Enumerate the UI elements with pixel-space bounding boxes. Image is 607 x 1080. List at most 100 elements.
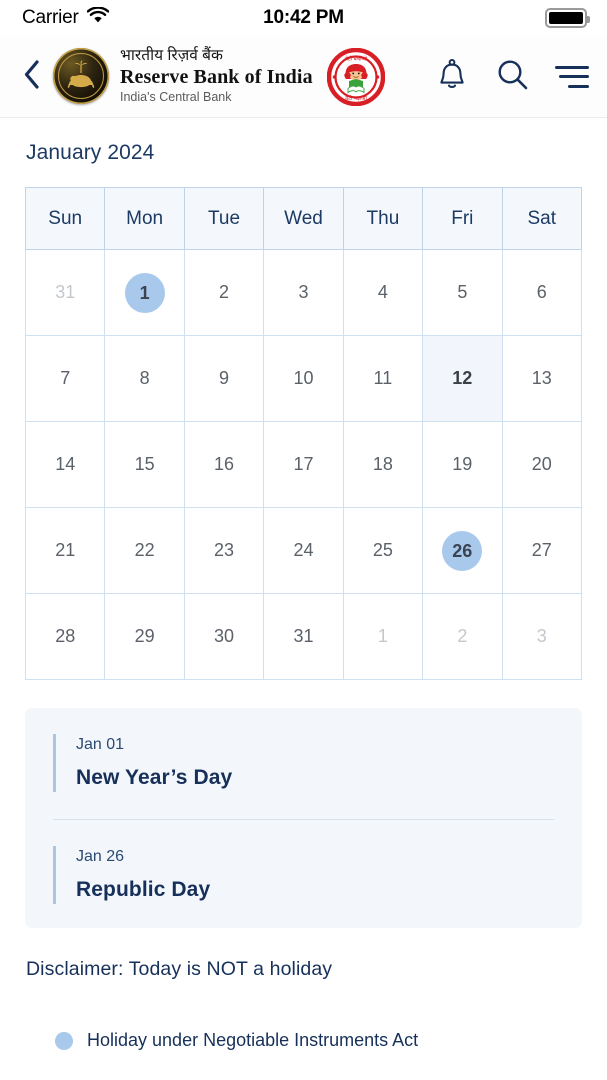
calendar-day-cell[interactable]: 12 (422, 335, 503, 422)
beti-bachao-beti-padhao-logo-icon[interactable]: बेटी बचाओ बेटी पढ़ाओ (326, 47, 385, 106)
calendar-day-number: 29 (134, 626, 155, 646)
calendar-day-cell[interactable]: 5 (422, 249, 503, 336)
calendar-day-cell[interactable]: 3 (501, 593, 583, 680)
back-button[interactable] (14, 56, 48, 98)
notification-button[interactable] (435, 58, 469, 95)
calendar-day-number: 10 (293, 368, 314, 388)
calendar-weekday-mon: Mon (104, 187, 185, 250)
calendar-day-cell[interactable]: 15 (104, 421, 185, 508)
calendar-day-cell[interactable]: 1 (104, 249, 185, 336)
calendar-week-row: 28 29 30 31 1 2 3 (24, 593, 583, 680)
calendar-day-number: 8 (139, 368, 150, 388)
status-bar-right (545, 8, 590, 28)
calendar-day-cell[interactable]: 13 (501, 335, 583, 422)
calendar-day-cell[interactable]: 28 (24, 593, 106, 680)
calendar-week-row: 21 22 23 24 25 26 27 (24, 507, 583, 594)
calendar-day-cell[interactable]: 31 (24, 249, 106, 336)
holiday-calendar: Sun Mon Tue Wed Thu Fri Sat 31 1 2 3 4 5 6 7 8 9 10 11 12 1… (24, 187, 583, 680)
calendar-day-number: 11 (373, 368, 393, 388)
calendar-day-number: 25 (372, 540, 393, 560)
calendar-day-number: 18 (372, 454, 393, 474)
search-button[interactable] (495, 59, 529, 95)
calendar-day-number: 1 (377, 626, 388, 646)
calendar-day-number: 3 (298, 282, 309, 302)
brand-name-hindi: भारतीय रिज़र्व बैंक (120, 47, 223, 65)
calendar-day-cell[interactable]: 21 (24, 507, 106, 594)
app-header: भारतीय रिज़र्व बैंक Reserve Bank of Indi… (0, 36, 607, 118)
calendar-day-number: 2 (457, 626, 468, 646)
calendar-day-number: 14 (55, 454, 76, 474)
calendar-day-cell[interactable]: 10 (263, 335, 344, 422)
calendar-day-cell[interactable]: 9 (183, 335, 265, 422)
calendar-day-holiday-marker: 26 (442, 530, 483, 571)
calendar-weekday-tue: Tue (183, 187, 265, 250)
calendar-day-cell[interactable]: 1 (342, 593, 424, 680)
calendar-day-cell[interactable]: 2 (422, 593, 503, 680)
holiday-date: Jan 01 (76, 736, 125, 753)
calendar-day-cell[interactable]: 19 (422, 421, 503, 508)
hamburger-menu-icon[interactable] (555, 65, 589, 88)
calendar-weekday-sat: Sat (501, 187, 583, 250)
calendar-day-cell[interactable]: 26 (422, 507, 503, 594)
calendar-day-cell[interactable]: 31 (263, 593, 344, 680)
header-actions (435, 58, 589, 95)
calendar-day-cell[interactable]: 30 (183, 593, 265, 680)
calendar-weekday-fri: Fri (422, 187, 503, 250)
legend-holiday-dot-icon (55, 1031, 73, 1050)
calendar-day-cell[interactable]: 22 (104, 507, 185, 594)
holiday-name: New Year’s Day (76, 766, 233, 789)
calendar-day-cell[interactable]: 16 (183, 421, 265, 508)
rbi-seal-logo-icon (53, 48, 109, 105)
calendar-day-number: 30 (214, 626, 235, 646)
calendar-day-number: 6 (536, 282, 547, 302)
chevron-left-icon (23, 59, 40, 94)
calendar-day-cell[interactable]: 23 (183, 507, 265, 594)
main-content: January 2024 Sun Mon Tue Wed Thu Fri Sat 31 1 2 3… (0, 118, 607, 1051)
calendar-day-number: 20 (531, 454, 552, 474)
calendar-day-number: 31 (293, 626, 314, 646)
search-icon (497, 59, 528, 95)
legend-item: Holiday under Negotiable Instruments Act (55, 1030, 582, 1051)
calendar-weekday-wed: Wed (263, 187, 344, 250)
calendar-day-number: 15 (134, 454, 155, 474)
calendar-day-number: 28 (55, 626, 76, 646)
disclaimer-text: Disclaimer: Today is NOT a holiday (26, 958, 333, 980)
calendar-day-cell[interactable]: 6 (501, 249, 583, 336)
calendar-day-cell[interactable]: 11 (342, 335, 424, 422)
calendar-day-cell[interactable]: 7 (24, 335, 106, 422)
calendar-week-row: 31 1 2 3 4 5 6 (24, 249, 583, 336)
holiday-list-item[interactable]: Jan 01 New Year’s Day (53, 734, 554, 792)
calendar-month-title: January 2024 (26, 141, 155, 164)
holiday-name: Republic Day (76, 878, 211, 901)
calendar-weekday-sun: Sun (24, 187, 106, 250)
calendar-day-cell[interactable]: 24 (263, 507, 344, 594)
brand-tagline: India's Central Bank (120, 90, 232, 105)
calendar-day-cell[interactable]: 27 (501, 507, 583, 594)
calendar-day-number: 7 (60, 368, 71, 388)
holiday-date: Jan 26 (76, 848, 125, 865)
rbi-brand-logo[interactable]: भारतीय रिज़र्व बैंक Reserve Bank of Indi… (53, 47, 313, 105)
calendar-day-cell[interactable]: 20 (501, 421, 583, 508)
calendar-day-number: 2 (219, 282, 230, 302)
calendar-day-number: 5 (457, 282, 468, 302)
status-bar-clock: 10:42 PM (263, 7, 344, 28)
calendar-week-row: 7 8 9 10 11 12 13 (24, 335, 583, 422)
brand-name-english: Reserve Bank of India (120, 65, 313, 88)
holiday-list-card: Jan 01 New Year’s Day Jan 26 Republic Day (25, 708, 582, 928)
calendar-weekday-thu: Thu (342, 187, 424, 250)
calendar-day-cell[interactable]: 3 (263, 249, 344, 336)
calendar-day-number: 19 (452, 454, 473, 474)
calendar-day-cell[interactable]: 8 (104, 335, 185, 422)
calendar-day-number: 16 (214, 454, 235, 474)
calendar-day-cell[interactable]: 4 (342, 249, 424, 336)
calendar-day-number: 22 (134, 540, 155, 560)
calendar-day-cell[interactable]: 18 (342, 421, 424, 508)
calendar-day-cell[interactable]: 29 (104, 593, 185, 680)
calendar-day-cell[interactable]: 14 (24, 421, 106, 508)
holiday-list-item[interactable]: Jan 26 Republic Day (53, 846, 554, 904)
calendar-day-number: 24 (293, 540, 314, 560)
calendar-day-cell[interactable]: 25 (342, 507, 424, 594)
calendar-day-cell[interactable]: 2 (183, 249, 265, 336)
calendar-day-number: 9 (219, 368, 230, 388)
calendar-day-cell[interactable]: 17 (263, 421, 344, 508)
